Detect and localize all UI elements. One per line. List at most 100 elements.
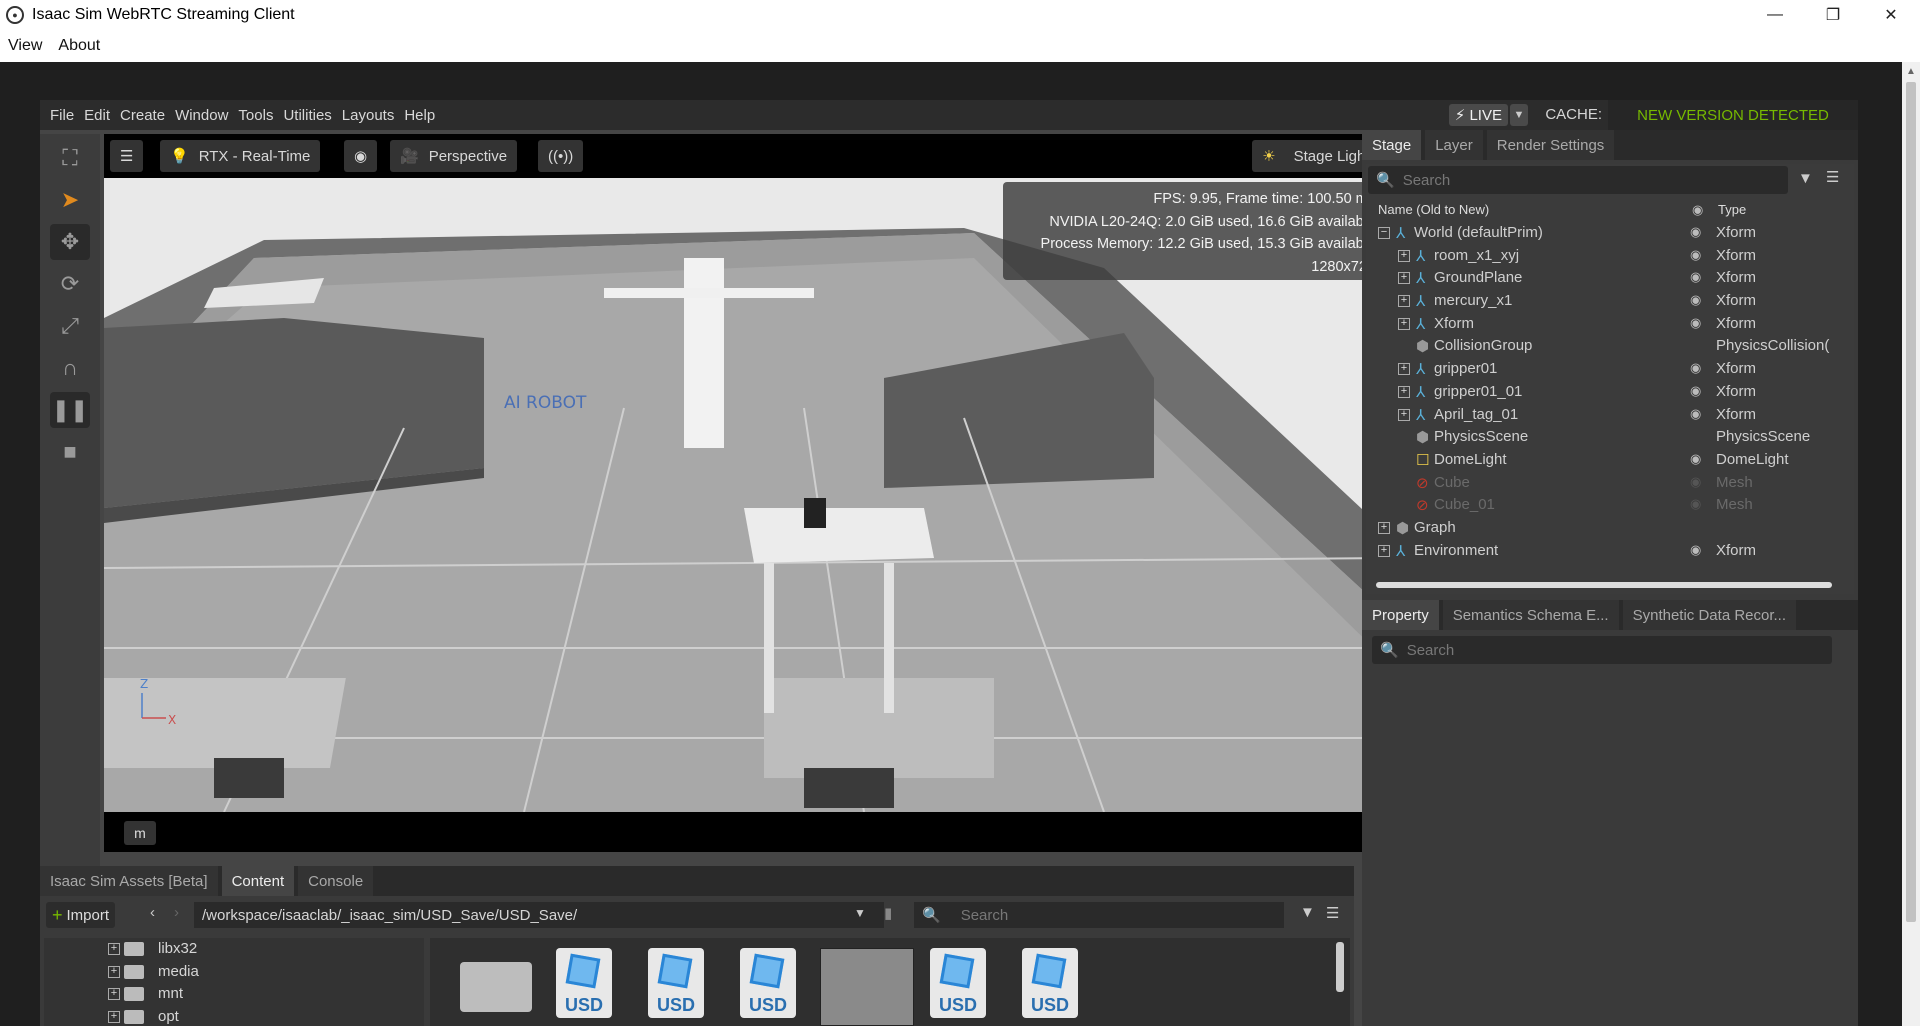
tree-row[interactable]: ⊘Cube_01◉Mesh [1370, 494, 1848, 517]
visibility-eye-icon[interactable]: ◉ [1690, 474, 1701, 490]
stop-icon[interactable]: ■ [50, 434, 90, 470]
close-icon[interactable]: ✕ [1862, 0, 1920, 30]
menu-tools[interactable]: Tools [238, 107, 273, 124]
tree-row[interactable]: +⅄gripper01_01◉Xform [1370, 381, 1848, 404]
tab-content[interactable]: Content [222, 866, 295, 896]
tree-row[interactable]: +⅄room_x1_xyj◉Xform [1370, 245, 1848, 268]
expand-icon[interactable]: + [1398, 295, 1410, 307]
tree-row[interactable]: +⅄April_tag_01◉Xform [1370, 404, 1848, 427]
bookmark-icon[interactable]: ▮ [884, 904, 892, 922]
new-version-badge[interactable]: NEW VERSION DETECTED [1608, 100, 1858, 130]
col-name-header[interactable]: Name (Old to New) [1378, 202, 1489, 217]
hamburger-menu-icon[interactable]: ☰ [1326, 904, 1339, 922]
frame-selection-icon[interactable]: ⛶ [50, 140, 90, 176]
path-field[interactable]: /workspace/isaaclab/_isaac_sim/USD_Save/… [194, 902, 884, 928]
visibility-eye-icon[interactable]: ◉ [1690, 496, 1701, 512]
tree-row[interactable]: +⅄mercury_x1◉Xform [1370, 290, 1848, 313]
page-scrollbar[interactable]: ▲ [1902, 62, 1920, 1026]
tree-row[interactable]: ☐DomeLight◉DomeLight [1370, 449, 1848, 472]
import-button[interactable]: + Import [46, 902, 115, 928]
menu-window[interactable]: Window [175, 107, 228, 124]
file-grid-scrollbar[interactable] [1336, 942, 1344, 992]
visibility-eye-icon[interactable]: ◉ [1690, 451, 1701, 467]
stage-search[interactable]: 🔍 Search [1368, 166, 1788, 194]
visibility-eye-icon[interactable]: ◉ [1690, 269, 1701, 285]
expand-icon[interactable]: + [108, 966, 120, 978]
tree-row[interactable]: +⬢Graph [1370, 517, 1848, 540]
settings-sliders-icon[interactable]: ☰ [110, 140, 143, 172]
tree-row[interactable]: ⬢CollisionGroupPhysicsCollision( [1370, 335, 1848, 358]
expand-icon[interactable]: + [1398, 386, 1410, 398]
tab-render-settings[interactable]: Render Settings [1487, 130, 1615, 160]
filter-icon[interactable]: ▼ [1300, 904, 1315, 921]
filter-icon[interactable]: ▼ [1798, 170, 1813, 187]
expand-icon[interactable]: + [108, 988, 120, 1000]
eye-icon[interactable]: ◉ [344, 140, 377, 172]
expand-icon[interactable]: + [1398, 318, 1410, 330]
expand-icon[interactable]: + [108, 943, 120, 955]
tab-isaac-sim-assets[interactable]: Isaac Sim Assets [Beta] [40, 866, 218, 896]
menu-create[interactable]: Create [120, 107, 165, 124]
viewport[interactable]: ☰ 💡 RTX - Real-Time ◉ 🎥 Perspective ((•)… [104, 134, 1393, 852]
collapse-icon[interactable]: − [1378, 227, 1390, 239]
expand-icon[interactable]: + [1398, 363, 1410, 375]
tree-row[interactable]: +⅄Environment◉Xform [1370, 540, 1848, 563]
folder-row[interactable]: +opt [44, 1006, 424, 1028]
path-dropdown-icon[interactable]: ▼ [854, 906, 866, 920]
hamburger-menu-icon[interactable]: ☰ [1826, 168, 1839, 186]
folder-row[interactable]: +libx32 [44, 938, 424, 961]
tab-semantics-schema[interactable]: Semantics Schema E... [1443, 600, 1619, 630]
snap-magnet-icon[interactable]: ∩ [50, 350, 90, 386]
back-arrow-icon[interactable]: ‹ [150, 904, 155, 921]
units-button[interactable]: m [124, 821, 156, 845]
scene-thumbnail[interactable] [820, 948, 914, 1018]
menu-file[interactable]: File [50, 107, 74, 124]
folder-row[interactable]: +media [44, 961, 424, 984]
visibility-eye-icon[interactable]: ◉ [1690, 224, 1701, 240]
menu-view[interactable]: View [8, 37, 42, 55]
expand-icon[interactable]: + [1378, 545, 1390, 557]
move-tool-icon[interactable]: ✥ [50, 224, 90, 260]
tree-row[interactable]: +⅄GroundPlane◉Xform [1370, 267, 1848, 290]
menu-layouts[interactable]: Layouts [342, 107, 395, 124]
chevron-down-icon[interactable]: ▼ [1510, 104, 1528, 126]
visibility-eye-icon[interactable]: ◉ [1690, 360, 1701, 376]
visibility-eye-icon[interactable]: ◉ [1690, 406, 1701, 422]
tab-layer[interactable]: Layer [1425, 130, 1483, 160]
folder-row[interactable]: +mnt [44, 983, 424, 1006]
usd-file[interactable]: USD [930, 948, 994, 1018]
tab-console[interactable]: Console [298, 866, 373, 896]
usd-file[interactable]: USD [648, 948, 712, 1018]
camera-button[interactable]: 🎥 Perspective [390, 140, 517, 172]
col-type-header[interactable]: Type [1718, 202, 1746, 217]
usd-file[interactable]: USD [556, 948, 620, 1018]
renderer-button[interactable]: 💡 RTX - Real-Time [160, 140, 320, 172]
usd-file[interactable]: USD [1022, 948, 1086, 1018]
visibility-eye-icon[interactable]: ◉ [1690, 247, 1701, 263]
visibility-eye-icon[interactable]: ◉ [1690, 315, 1701, 331]
menu-edit[interactable]: Edit [84, 107, 110, 124]
minimize-icon[interactable]: — [1746, 0, 1804, 30]
expand-icon[interactable]: + [1398, 409, 1410, 421]
menu-help[interactable]: Help [404, 107, 435, 124]
visibility-eye-icon[interactable]: ◉ [1690, 542, 1701, 558]
visibility-eye-icon[interactable]: ◉ [1690, 292, 1701, 308]
content-search[interactable]: 🔍 Search [914, 902, 1284, 928]
tab-stage[interactable]: Stage [1362, 130, 1421, 160]
rotate-tool-icon[interactable]: ⟳ [50, 266, 90, 302]
usd-file[interactable]: USD [740, 948, 804, 1018]
expand-icon[interactable]: + [1398, 272, 1410, 284]
forward-arrow-icon[interactable]: › [174, 904, 179, 921]
property-search[interactable]: 🔍 Search [1372, 636, 1832, 664]
expand-icon[interactable]: + [108, 1011, 120, 1023]
tab-property[interactable]: Property [1362, 600, 1439, 630]
tab-synthetic-data-recorder[interactable]: Synthetic Data Recor... [1623, 600, 1796, 630]
tree-row[interactable]: −⅄World (defaultPrim)◉Xform [1370, 222, 1848, 245]
menu-about[interactable]: About [58, 37, 100, 55]
expand-icon[interactable]: + [1398, 250, 1410, 262]
visibility-eye-icon[interactable]: ◉ [1690, 383, 1701, 399]
live-button[interactable]: ⚡ LIVE [1449, 104, 1508, 126]
scene-render[interactable]: AI ROBOT Z X FPS: 9.95, Frame time: 100.… [104, 178, 1393, 812]
broadcast-icon[interactable]: ((•)) [538, 140, 583, 172]
restore-icon[interactable]: ❐ [1804, 0, 1862, 30]
